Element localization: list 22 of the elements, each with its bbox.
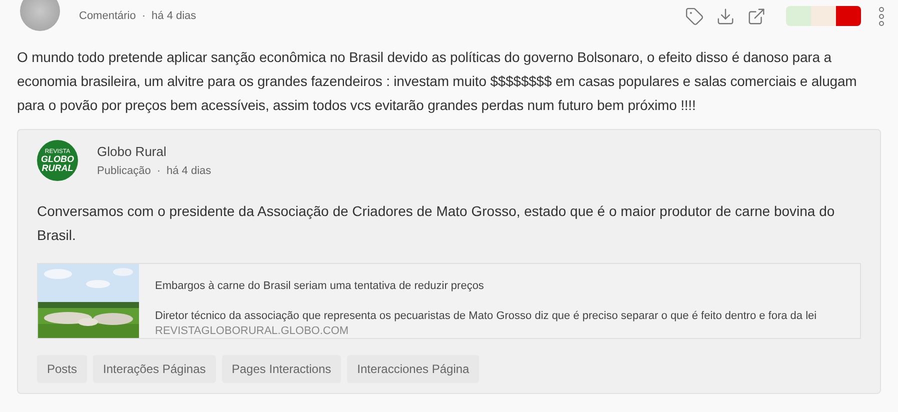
separator-dot: · (142, 8, 146, 24)
comment-text: O mundo todo pretende aplicar sanção econômica no Brasil devido as políticas do governo Bolsonaro, o efeito disso é danoso para a economia brasileira, um alvitre para os grandes fazendeiros : investam muito $$$$$$$$ em casas populares e salas comerciais e alugam para o povão por preços bem acessíveis, assim todos vcs evitarão grandes perdas num futuro bem próximo !!!! (16, 48, 858, 115)
post-text: Conversamos com o presidente da Associação de Criadores de Mato Grosso, estado que é o maior produtor de carne bovina do Brasil. (37, 202, 836, 245)
download-icon[interactable] (716, 6, 735, 26)
link-preview[interactable] (37, 263, 861, 339)
avatar (20, 0, 60, 31)
tag-chip[interactable]: Interações Páginas (93, 355, 216, 383)
comment-time: há 4 dias (152, 8, 196, 24)
link-description: Diretor técnico da associação que representa os pecuaristas de Mato Grosso diz que é preciso separar o que é feito dentro e fora da lei (155, 308, 817, 322)
post-type: Publicação (97, 164, 151, 179)
link-domain: REVISTAGLOBORURAL.GLOBO.COM (155, 324, 350, 338)
post-time: há 4 dias (166, 164, 212, 179)
tag-chip[interactable]: Posts (37, 355, 88, 383)
tag-icon[interactable] (685, 6, 704, 26)
more-icon[interactable] (879, 6, 884, 26)
tag-chip[interactable]: Interacciones Página (347, 355, 480, 383)
external-link-icon[interactable] (747, 6, 766, 26)
separator-dot: · (156, 164, 160, 179)
tag-chip[interactable]: Pages Interactions (222, 355, 342, 383)
post-author: Globo Rural (97, 142, 168, 160)
comment-type: Comentário (79, 8, 136, 24)
link-title: Embargos à carne do Brasil seriam uma tentativa de reduzir preços (155, 279, 485, 294)
